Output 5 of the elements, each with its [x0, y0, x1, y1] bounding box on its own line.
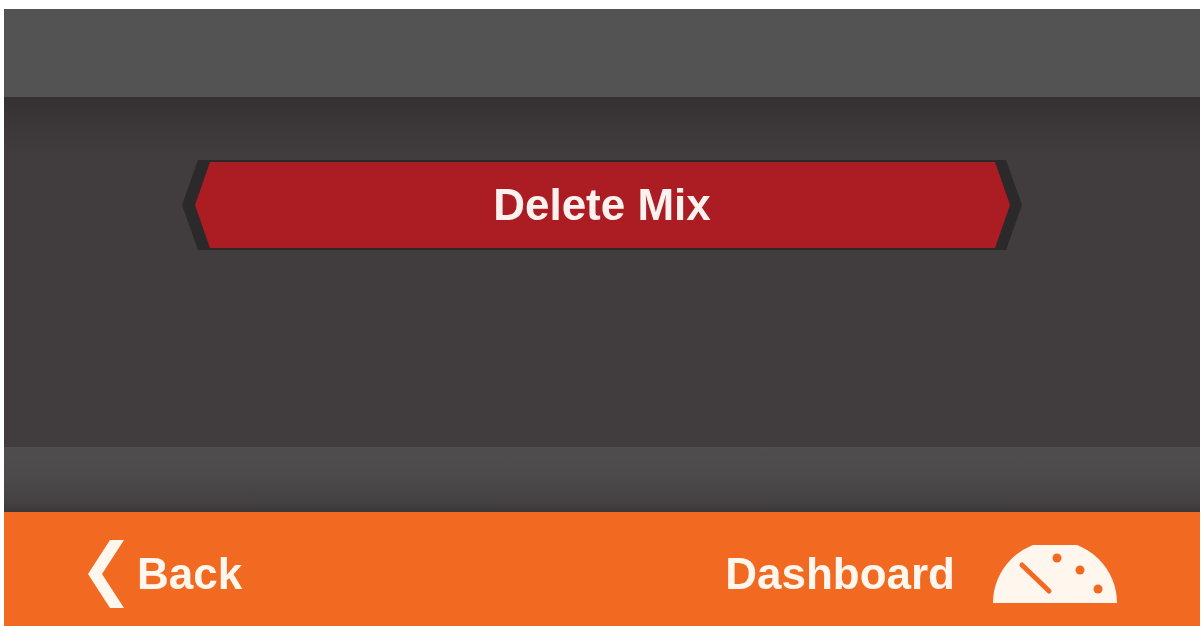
- delete-button[interactable]: Delete Mix: [182, 160, 1022, 250]
- chevron-left-icon: [88, 540, 124, 608]
- back-button[interactable]: Back: [88, 540, 243, 608]
- dashboard-button[interactable]: Dashboard: [725, 545, 1117, 603]
- gauge-icon: [993, 545, 1117, 603]
